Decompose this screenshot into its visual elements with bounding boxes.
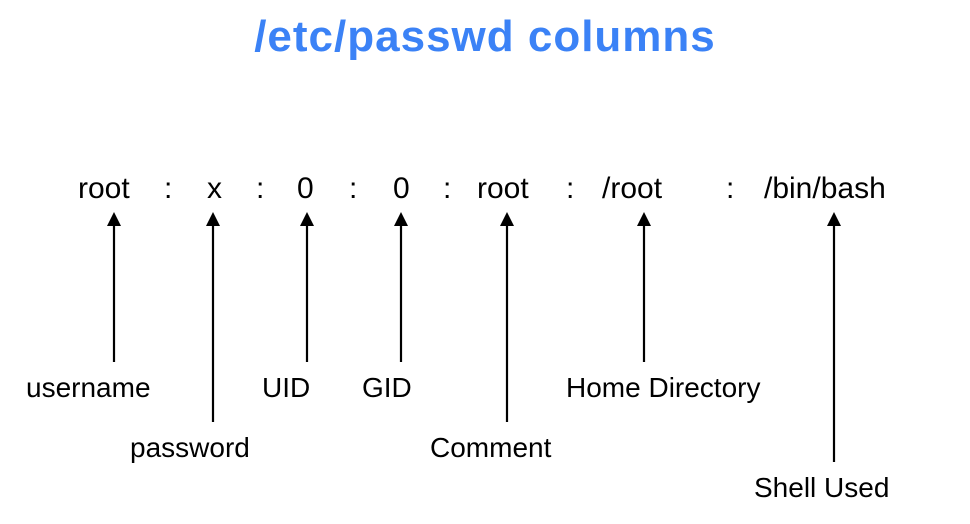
field-gid: 0 xyxy=(393,172,410,206)
arrow-comment xyxy=(497,212,517,422)
field-shell: /bin/bash xyxy=(764,172,886,206)
diagram-title: /etc/passwd columns xyxy=(0,12,970,62)
arrow-gid xyxy=(391,212,411,362)
field-uid: 0 xyxy=(297,172,314,206)
label-home: Home Directory xyxy=(566,372,760,404)
colon-separator: : xyxy=(349,172,357,206)
colon-separator: : xyxy=(566,172,574,206)
colon-separator: : xyxy=(443,172,451,206)
arrow-password xyxy=(203,212,223,422)
arrow-username xyxy=(104,212,124,362)
label-comment: Comment xyxy=(430,432,551,464)
field-password: x xyxy=(207,172,222,206)
colon-separator: : xyxy=(726,172,734,206)
arrow-shell xyxy=(824,212,844,462)
arrow-home xyxy=(634,212,654,362)
label-password: password xyxy=(130,432,250,464)
field-comment: root xyxy=(477,172,529,206)
colon-separator: : xyxy=(256,172,264,206)
arrow-uid xyxy=(297,212,317,362)
colon-separator: : xyxy=(164,172,172,206)
field-username: root xyxy=(78,172,130,206)
label-username: username xyxy=(26,372,151,404)
field-home: /root xyxy=(602,172,662,206)
label-uid: UID xyxy=(262,372,310,404)
label-shell: Shell Used xyxy=(754,472,889,504)
label-gid: GID xyxy=(362,372,412,404)
